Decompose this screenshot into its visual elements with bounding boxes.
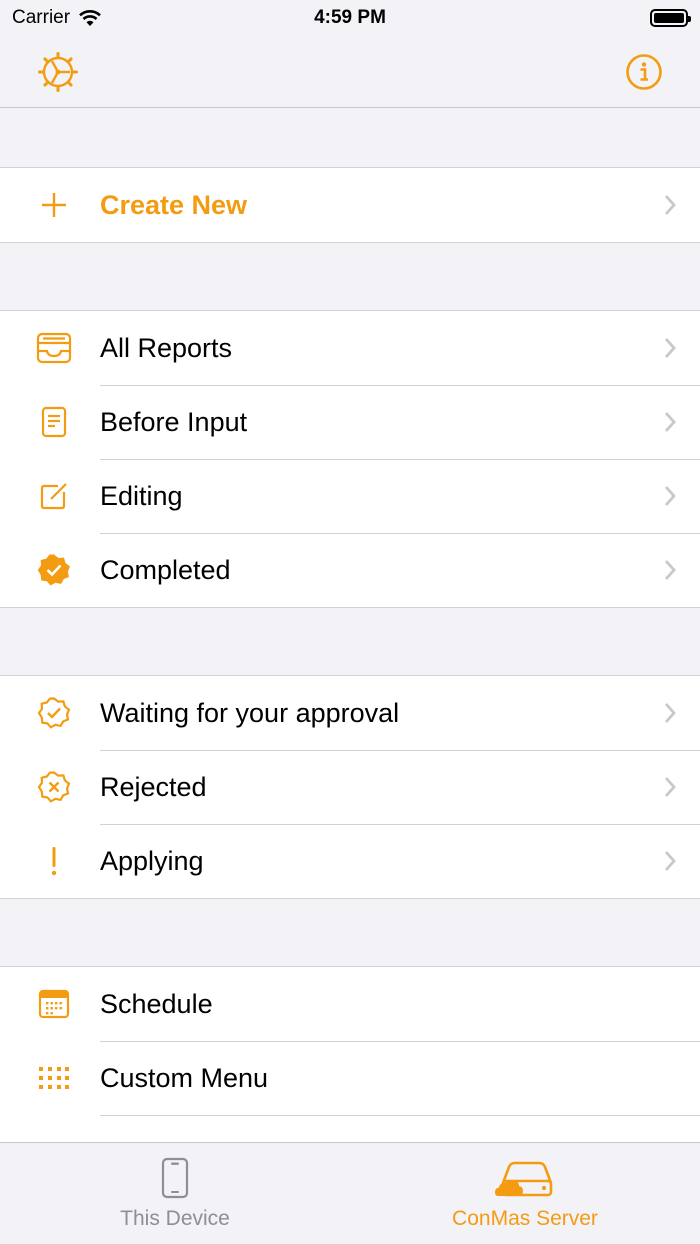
before-input-label: Before Input	[100, 406, 248, 437]
chevron-right-icon	[664, 486, 676, 506]
chevron-right-icon	[664, 703, 676, 723]
info-icon	[626, 54, 662, 90]
all-reports-label: All Reports	[100, 332, 233, 363]
phone-icon	[161, 1157, 189, 1199]
tools-section: Schedule Custom Menu	[0, 966, 700, 1142]
editing-label: Editing	[100, 480, 183, 511]
create-section: Create New	[0, 167, 700, 243]
settings-gear-icon	[38, 52, 78, 92]
chevron-right-icon	[664, 338, 676, 358]
checkmark-seal-icon	[37, 697, 71, 729]
completed-row[interactable]: Completed	[0, 533, 700, 607]
reports-section: All Reports Before Input Editing Complet…	[0, 310, 700, 608]
all-reports-row[interactable]: All Reports	[0, 311, 700, 385]
applying-row[interactable]: Applying	[0, 824, 700, 898]
create-new-row[interactable]: Create New	[0, 168, 700, 242]
custom-menu-label: Custom Menu	[100, 1062, 269, 1093]
schedule-label: Schedule	[100, 988, 213, 1019]
chevron-right-icon	[664, 560, 676, 580]
edit-icon	[40, 483, 67, 510]
completed-label: Completed	[100, 554, 231, 585]
checkmark-seal-filled-icon	[37, 554, 70, 586]
create-new-label: Create New	[100, 189, 248, 220]
status-time: 4:59 PM	[314, 7, 386, 28]
rejected-label: Rejected	[100, 771, 207, 802]
tab-conmas-server[interactable]: ConMas Server	[350, 1143, 700, 1244]
grid-icon	[39, 1067, 69, 1089]
chevron-right-icon	[664, 777, 676, 797]
chevron-right-icon	[664, 195, 676, 215]
waiting-approval-row[interactable]: Waiting for your approval	[0, 676, 700, 750]
editing-row[interactable]: Editing	[0, 459, 700, 533]
info-button[interactable]	[622, 50, 666, 94]
rejected-row[interactable]: Rejected	[0, 750, 700, 824]
waiting-approval-label: Waiting for your approval	[100, 697, 400, 728]
status-bar: Carrier 4:59 PM	[0, 0, 700, 36]
tab-bar: This Device ConMas Server	[0, 1142, 700, 1244]
tab-conmas-server-label: ConMas Server	[452, 1207, 598, 1230]
partial-row	[0, 1115, 700, 1142]
custom-menu-row[interactable]: Custom Menu	[0, 1041, 700, 1115]
document-icon	[41, 406, 67, 438]
menu-list: Create New All Reports Before Input Edit…	[0, 109, 700, 1142]
settings-button[interactable]	[36, 50, 80, 94]
chevron-right-icon	[664, 412, 676, 432]
tab-this-device-label: This Device	[120, 1207, 230, 1230]
tray-icon	[36, 332, 72, 364]
before-input-row[interactable]: Before Input	[0, 385, 700, 459]
battery-icon	[650, 9, 691, 27]
tab-this-device[interactable]: This Device	[0, 1143, 350, 1244]
navigation-bar	[0, 36, 700, 108]
xmark-seal-icon	[37, 771, 71, 803]
approval-section: Waiting for your approval Rejected Apply…	[0, 675, 700, 899]
chevron-right-icon	[664, 851, 676, 871]
exclamation-icon	[51, 847, 57, 876]
applying-label: Applying	[100, 845, 204, 876]
plus-icon	[42, 193, 66, 217]
schedule-row[interactable]: Schedule	[0, 967, 700, 1041]
cloud-server-icon	[495, 1161, 553, 1197]
calendar-icon	[38, 989, 70, 1019]
